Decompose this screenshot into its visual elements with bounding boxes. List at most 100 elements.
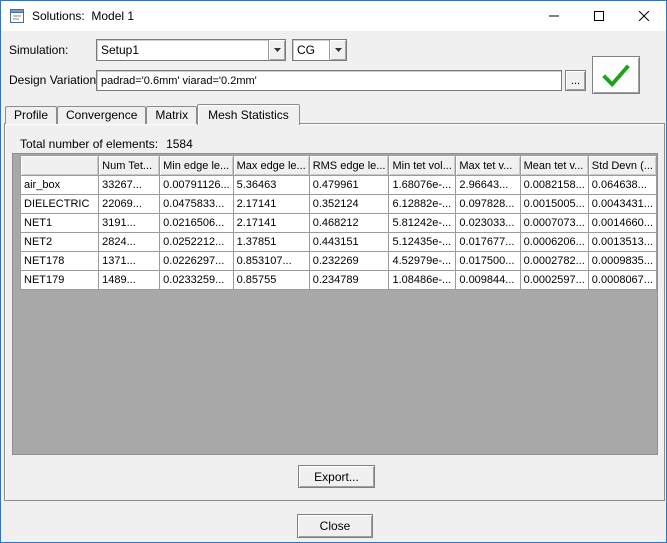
minimize-icon: [548, 15, 559, 16]
row-header-cell: NET179: [19, 270, 100, 290]
table-cell: 0.0252212...: [159, 232, 234, 252]
table-cell: 2.96643...: [455, 175, 521, 195]
solutions-dialog: Solutions: Model 1 Simulation: Setup1 CG…: [0, 0, 667, 543]
table-cell: 0.0043431...: [587, 194, 657, 214]
window-icon: [9, 8, 25, 24]
table-cell: 0.0216506...: [159, 213, 234, 233]
table-cell: 2.17141: [232, 194, 310, 214]
minimize-button[interactable]: [531, 1, 576, 30]
tab-strip: Profile Convergence Matrix Mesh Statisti…: [5, 103, 300, 125]
table-cell: 0.017500...: [455, 251, 521, 271]
simulation-combobox[interactable]: Setup1: [96, 39, 286, 61]
table-cell: 5.12435e-...: [388, 232, 457, 252]
window-title: Solutions: Model 1: [32, 9, 135, 23]
table-cell: 4.52979e-...: [388, 251, 457, 271]
table-cell: 0.009844...: [455, 270, 521, 290]
solution-type-combobox[interactable]: CG: [292, 39, 347, 61]
table-cell: 0.0475833...: [159, 194, 234, 214]
table-cell: 0.0008067...: [587, 270, 657, 290]
table-cell: 0.853107...: [232, 251, 310, 271]
column-header-cell: Max tet v...: [455, 155, 521, 176]
column-header-cell: Mean tet v...: [519, 155, 589, 176]
close-window-button[interactable]: [621, 1, 666, 30]
table-row: NET1 3191... 0.0216506... 2.17141 0.468212 5.…: [19, 213, 657, 233]
chevron-down-icon[interactable]: [268, 40, 285, 60]
caption-buttons: [531, 1, 666, 30]
browse-variation-button[interactable]: ...: [565, 70, 586, 91]
table-cell: 6.12882e-...: [388, 194, 457, 214]
total-elements-value: 1584: [166, 137, 193, 151]
table-cell: 1.08486e-...: [388, 270, 457, 290]
valid-check-button[interactable]: [592, 56, 640, 94]
table-cell: 0.023033...: [455, 213, 521, 233]
table-row: NET178 1371... 0.0226297... 0.853107... 0.23…: [19, 251, 657, 271]
simulation-label: Simulation:: [9, 43, 69, 57]
row-header-cell: NET1: [19, 213, 100, 233]
table-cell: 0.234789: [308, 270, 390, 290]
design-variation-field[interactable]: [96, 70, 562, 91]
tab-profile[interactable]: Profile: [5, 106, 58, 124]
close-button[interactable]: Close: [297, 514, 373, 538]
table-row: NET179 1489... 0.0233259... 0.85755 0.234789…: [19, 270, 657, 290]
table-cell: 0.443151: [308, 232, 390, 252]
table-cell: 0.0015005...: [519, 194, 589, 214]
table-cell: 0.017677...: [455, 232, 521, 252]
row-header-cell: air_box: [19, 175, 100, 195]
table-cell: 1371...: [98, 251, 161, 271]
table-cell: 0.0013513...: [587, 232, 657, 252]
maximize-button[interactable]: [576, 1, 621, 30]
table-cell: 0.064638...: [587, 175, 657, 195]
column-header-cell: RMS edge le...: [308, 155, 390, 176]
table-cell: 0.0006206...: [519, 232, 589, 252]
table-cell: 1.37851: [232, 232, 310, 252]
table-cell: 0.352124: [308, 194, 390, 214]
tab-matrix[interactable]: Matrix: [146, 106, 198, 124]
maximize-icon: [593, 10, 604, 21]
table-cell: 0.0002782...: [519, 251, 589, 271]
table-cell: 22069...: [98, 194, 161, 214]
table-cell: 1489...: [98, 270, 161, 290]
table-cell: 0.0007073...: [519, 213, 589, 233]
table-cell: 0.097828...: [455, 194, 521, 214]
export-button[interactable]: Export...: [298, 465, 375, 488]
column-header-cell: Std Devn (...: [587, 155, 657, 176]
table-cell: 0.232269: [308, 251, 390, 271]
table-header-row: Num Tet... Min edge le... Max edge le... RM…: [19, 155, 657, 176]
table-cell: 2824...: [98, 232, 161, 252]
column-header-cell: Min tet vol...: [388, 155, 457, 176]
mesh-statistics-table: Num Tet... Min edge le... Max edge le... RM…: [19, 155, 657, 290]
close-icon: [638, 10, 649, 21]
column-header-cell: Max edge le...: [232, 155, 310, 176]
table-cell: 0.85755: [232, 270, 310, 290]
mesh-statistics-panel: Total number of elements: 1584 Num Tet...…: [4, 123, 665, 501]
tab-mesh-statistics[interactable]: Mesh Statistics: [197, 104, 300, 125]
table-cell: 0.468212: [308, 213, 390, 233]
mesh-grid-viewport: Num Tet... Min edge le... Max edge le... RM…: [12, 153, 658, 455]
table-cell: 0.0233259...: [159, 270, 234, 290]
table-cell: 5.81242e-...: [388, 213, 457, 233]
table-cell: 0.0002597...: [519, 270, 589, 290]
design-variation-label: Design Variation:: [9, 73, 100, 87]
simulation-selected-value: Setup1: [101, 43, 140, 57]
total-elements-line: Total number of elements: 1584: [20, 137, 193, 151]
table-cell: 0.0009835...: [587, 251, 657, 271]
total-elements-label: Total number of elements:: [20, 137, 159, 151]
table-row: DIELECTRIC 22069... 0.0475833... 2.17141 0.3…: [19, 194, 657, 214]
table-cell: 3191...: [98, 213, 161, 233]
corner-header-cell: [19, 155, 100, 176]
table-cell: 33267...: [98, 175, 161, 195]
solution-type-selected-value: CG: [297, 43, 315, 57]
tab-convergence[interactable]: Convergence: [57, 106, 147, 124]
row-header-cell: DIELECTRIC: [19, 194, 100, 214]
table-cell: 0.00791126...: [159, 175, 234, 195]
table-row: NET2 2824... 0.0252212... 1.37851 0.443151 5.…: [19, 232, 657, 252]
table-cell: 0.0082158...: [519, 175, 589, 195]
table-cell: 1.68076e-...: [388, 175, 457, 195]
table-cell: 0.0226297...: [159, 251, 234, 271]
column-header-cell: Min edge le...: [159, 155, 234, 176]
titlebar: Solutions: Model 1: [1, 1, 666, 31]
table-cell: 0.479961: [308, 175, 390, 195]
column-header-cell: Num Tet...: [98, 155, 161, 176]
chevron-down-icon[interactable]: [329, 40, 346, 60]
table-cell: 0.0014660...: [587, 213, 657, 233]
